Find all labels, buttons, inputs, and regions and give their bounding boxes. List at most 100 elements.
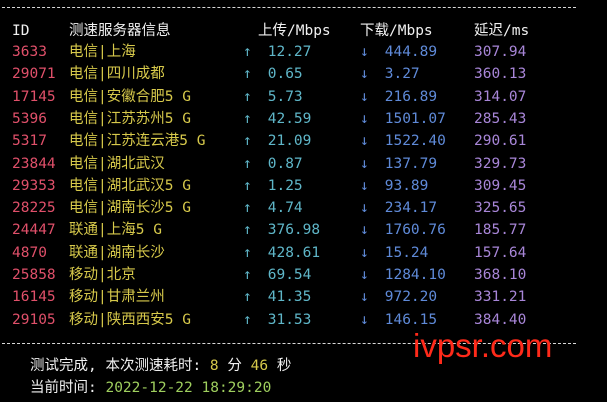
header-latency: 延迟/ms bbox=[474, 23, 530, 39]
row-upload: ↑ 69.54 bbox=[243, 264, 311, 286]
row-server-info: 电信|江苏连云港5 G bbox=[69, 133, 206, 150]
row-upload: ↑ 428.61 bbox=[243, 242, 320, 264]
row-server-info: 电信|湖北武汉5 G bbox=[69, 177, 191, 194]
row-upload: ↑ 0.65 bbox=[243, 63, 303, 85]
row-latency: 290.61 bbox=[474, 133, 527, 150]
row-upload-value: 41.35 bbox=[267, 289, 312, 306]
watermark-logo: ivpsr.com bbox=[413, 327, 553, 364]
row-latency: 331.21 bbox=[474, 289, 527, 306]
row-id: 29105 bbox=[12, 311, 56, 328]
row-upload-value: 4.74 bbox=[267, 200, 303, 217]
row-download-value: 1284.10 bbox=[384, 267, 446, 283]
table-row: 29353 电信|湖北武汉5 G ↑ 1.25 ↓ 93.89 309.45 bbox=[0, 175, 607, 197]
row-latency: 157.64 bbox=[474, 244, 527, 261]
row-server-info: 电信|安徽合肥5 G bbox=[69, 88, 191, 105]
row-server-info: 电信|湖南长沙5 G bbox=[69, 200, 191, 217]
row-server-info: 移动|北京 bbox=[69, 267, 136, 283]
header-server-info: 测速服务器信息 bbox=[69, 23, 171, 39]
row-latency: 309.45 bbox=[474, 177, 527, 194]
down-arrow-icon: ↓ bbox=[360, 133, 369, 150]
table-row: 24447 联通|上海5 G ↑ 376.98 ↓ 1760.76 185.77 bbox=[0, 219, 607, 241]
row-upload-value: 42.59 bbox=[267, 110, 312, 127]
down-arrow-icon: ↓ bbox=[360, 88, 369, 105]
row-download-value: 93.89 bbox=[384, 177, 429, 194]
row-download: ↓ 234.17 bbox=[360, 197, 437, 219]
table-row: 5396 电信|江苏苏州5 G ↑ 42.59 ↓ 1501.07 285.43 bbox=[0, 108, 607, 130]
row-server-info: 电信|上海 bbox=[69, 44, 136, 60]
up-arrow-icon: ↑ bbox=[243, 44, 252, 60]
up-arrow-icon: ↑ bbox=[243, 110, 252, 127]
row-upload: ↑ 376.98 bbox=[243, 219, 320, 241]
header-upload: 上传/Mbps bbox=[258, 23, 331, 39]
up-arrow-icon: ↑ bbox=[243, 66, 252, 83]
table-row: 25858 移动|北京 ↑ 69.54 ↓ 1284.10 368.10 bbox=[0, 264, 607, 286]
table-row: 28225 电信|湖南长沙5 G ↑ 4.74 ↓ 234.17 325.65 bbox=[0, 197, 607, 219]
up-arrow-icon: ↑ bbox=[243, 88, 252, 105]
header-download: 下载/Mbps bbox=[360, 23, 433, 39]
row-download-value: 1760.76 bbox=[384, 222, 446, 239]
row-upload-value: 376.98 bbox=[267, 222, 321, 239]
down-arrow-icon: ↓ bbox=[360, 155, 369, 172]
row-latency: 360.13 bbox=[474, 66, 527, 83]
row-latency: 285.43 bbox=[474, 110, 527, 127]
up-arrow-icon: ↑ bbox=[243, 267, 252, 283]
summary-seconds: 46 bbox=[250, 358, 269, 374]
row-latency: 314.07 bbox=[474, 88, 527, 105]
table-header: ID 测速服务器信息 上传/Mbps 下载/Mbps 延迟/ms bbox=[0, 20, 607, 42]
row-upload: ↑ 41.35 bbox=[243, 286, 311, 308]
row-latency: 325.65 bbox=[474, 200, 527, 217]
row-id: 25858 bbox=[12, 267, 56, 283]
down-arrow-icon: ↓ bbox=[360, 311, 369, 328]
row-upload: ↑ 4.74 bbox=[243, 197, 303, 219]
up-arrow-icon: ↑ bbox=[243, 311, 252, 328]
row-download: ↓ 137.79 bbox=[360, 153, 437, 175]
up-arrow-icon: ↑ bbox=[243, 289, 252, 306]
summary-prefix: 测试完成, 本次测速耗时: bbox=[30, 358, 210, 374]
row-id: 16145 bbox=[12, 289, 56, 306]
row-id: 23844 bbox=[12, 155, 56, 172]
row-id: 24447 bbox=[12, 222, 56, 239]
up-arrow-icon: ↑ bbox=[243, 244, 252, 261]
current-time-line: 当前时间: 2022-12-22 18:29:20 bbox=[30, 377, 271, 399]
summary-sec-unit: 秒 bbox=[268, 358, 292, 374]
summary-minutes: 8 bbox=[209, 358, 219, 374]
row-upload: ↑ 31.53 bbox=[243, 309, 311, 331]
row-server-info: 移动|甘肃兰州 bbox=[69, 289, 165, 306]
current-time-value: 2022-12-22 18:29:20 bbox=[105, 380, 272, 396]
row-download: ↓ 3.27 bbox=[360, 63, 420, 85]
row-download-value: 444.89 bbox=[384, 44, 438, 60]
row-download-value: 15.24 bbox=[384, 244, 429, 261]
row-download: ↓ 93.89 bbox=[360, 175, 428, 197]
down-arrow-icon: ↓ bbox=[360, 244, 369, 261]
row-download-value: 3.27 bbox=[384, 66, 420, 83]
row-upload-value: 12.27 bbox=[267, 44, 312, 60]
row-upload-value: 31.53 bbox=[267, 311, 312, 328]
row-download: ↓ 444.89 bbox=[360, 41, 437, 63]
row-upload: ↑ 21.09 bbox=[243, 130, 311, 152]
row-download-value: 146.15 bbox=[384, 311, 438, 328]
row-download-value: 137.79 bbox=[384, 155, 438, 172]
up-arrow-icon: ↑ bbox=[243, 177, 252, 194]
up-arrow-icon: ↑ bbox=[243, 133, 252, 150]
summary-min-unit: 分 bbox=[218, 358, 251, 374]
top-divider bbox=[2, 7, 576, 8]
row-download: ↓ 15.24 bbox=[360, 242, 428, 264]
row-upload-value: 69.54 bbox=[267, 267, 312, 283]
row-download-value: 216.89 bbox=[384, 88, 438, 105]
down-arrow-icon: ↓ bbox=[360, 200, 369, 217]
row-server-info: 电信|四川成都 bbox=[69, 66, 165, 83]
row-download-value: 1501.07 bbox=[384, 110, 446, 127]
row-id: 29353 bbox=[12, 177, 56, 194]
row-server-info: 联通|上海5 G bbox=[69, 222, 162, 239]
table-row: 23844 电信|湖北武汉 ↑ 0.87 ↓ 137.79 329.73 bbox=[0, 153, 607, 175]
row-latency: 185.77 bbox=[474, 222, 527, 239]
row-latency: 307.94 bbox=[474, 44, 527, 60]
row-download: ↓ 1284.10 bbox=[360, 264, 446, 286]
row-upload-value: 21.09 bbox=[267, 133, 312, 150]
row-upload: ↑ 12.27 bbox=[243, 41, 311, 63]
row-id: 29071 bbox=[12, 66, 56, 83]
row-upload-value: 5.73 bbox=[267, 88, 303, 105]
table-row: 17145 电信|安徽合肥5 G ↑ 5.73 ↓ 216.89 314.07 bbox=[0, 86, 607, 108]
row-id: 17145 bbox=[12, 88, 56, 105]
row-upload-value: 1.25 bbox=[267, 177, 303, 194]
